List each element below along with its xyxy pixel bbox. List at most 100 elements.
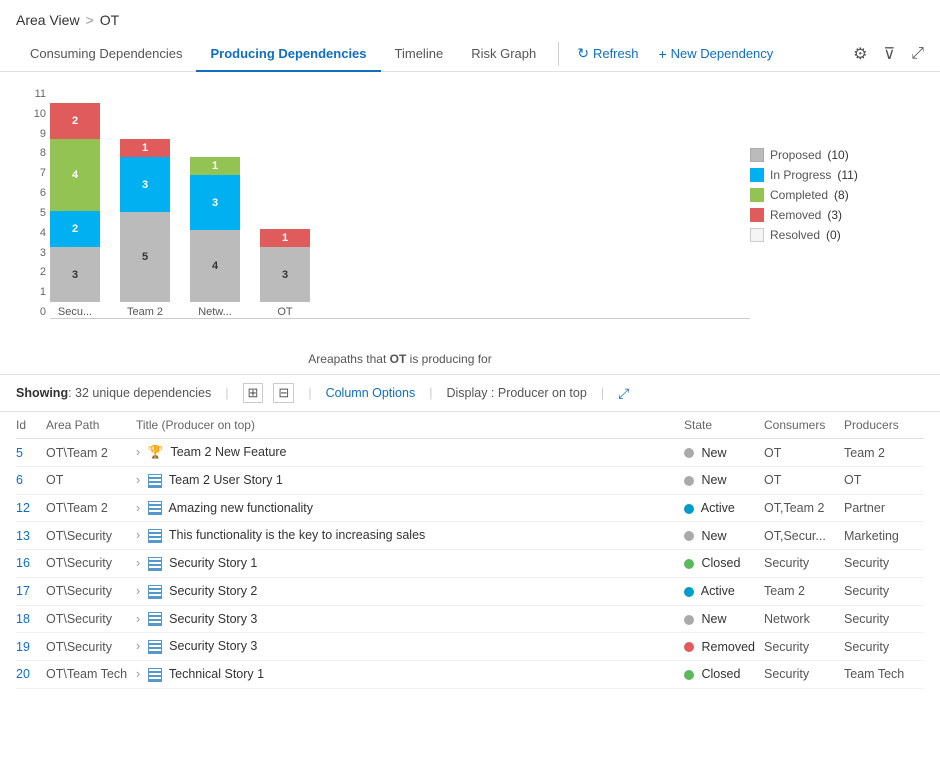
row-area: OT\Team Tech: [46, 660, 136, 688]
table-row: 20 OT\Team Tech › Technical Story 1 Clos…: [16, 660, 924, 688]
story-icon: [148, 557, 162, 571]
breadcrumb-separator: >: [86, 12, 94, 28]
title-expand-icon[interactable]: ›: [136, 445, 140, 459]
chart-container: 0 1 2 3 4 5 6 7 8 9 10 11: [0, 72, 940, 366]
filter-icon[interactable]: ⊽: [883, 44, 895, 64]
table-row: 19 OT\Security › Security Story 3 Remove…: [16, 633, 924, 661]
legend-removed: Removed (3): [750, 208, 920, 222]
legend-count-resolved: (0): [826, 228, 841, 242]
row-producers: Partner: [844, 494, 924, 522]
toolbar-icons: ⚙ ⊽ ⤢: [853, 44, 924, 64]
row-consumers: OT,Team 2: [764, 494, 844, 522]
row-title-text[interactable]: This functionality is the key to increas…: [169, 528, 425, 542]
state-dot: [684, 615, 694, 625]
expand-button[interactable]: ⊞: [243, 383, 264, 403]
tab-riskgraph[interactable]: Risk Graph: [457, 36, 550, 71]
state-dot: [684, 670, 694, 680]
col-header-producers: Producers: [844, 412, 924, 439]
row-title-text[interactable]: Security Story 3: [169, 639, 257, 653]
legend-dot-completed: [750, 188, 764, 202]
row-area: OT\Team 2: [46, 439, 136, 467]
row-id[interactable]: 19: [16, 633, 46, 661]
legend-proposed: Proposed (10): [750, 148, 920, 162]
row-id[interactable]: 20: [16, 660, 46, 688]
bar-stack-ot: 3 1: [260, 229, 310, 302]
y-axis: 0 1 2 3 4 5 6 7 8 9 10 11: [20, 88, 50, 318]
row-id[interactable]: 17: [16, 577, 46, 605]
row-state: New: [684, 467, 764, 495]
title-expand-icon[interactable]: ›: [136, 584, 140, 598]
title-expand-icon[interactable]: ›: [136, 501, 140, 515]
row-id[interactable]: 13: [16, 522, 46, 550]
title-expand-icon[interactable]: ›: [136, 473, 140, 487]
row-id[interactable]: 16: [16, 550, 46, 578]
row-producers: OT: [844, 467, 924, 495]
fullscreen-icon[interactable]: ⤢: [618, 385, 629, 402]
tab-timeline[interactable]: Timeline: [381, 36, 458, 71]
bar-group-team2: 5 3 1 Team 2: [120, 139, 170, 318]
new-dependency-button[interactable]: + New Dependency: [648, 38, 783, 70]
row-state: Active: [684, 494, 764, 522]
row-consumers: Team 2: [764, 577, 844, 605]
column-options-button[interactable]: Column Options: [326, 386, 416, 400]
state-dot: [684, 448, 694, 458]
refresh-label: Refresh: [593, 46, 639, 61]
breadcrumb-area[interactable]: Area View: [16, 12, 80, 28]
divider-3: |: [429, 386, 432, 400]
divider-2: |: [308, 386, 311, 400]
row-id[interactable]: 5: [16, 439, 46, 467]
display-label: Display : Producer on top: [446, 386, 586, 400]
state-dot: [684, 476, 694, 486]
row-title-text[interactable]: Security Story 1: [169, 556, 257, 570]
row-state: New: [684, 605, 764, 633]
state-label: Closed: [701, 667, 740, 681]
row-title-text[interactable]: Amazing new functionality: [168, 501, 313, 515]
title-expand-icon[interactable]: ›: [136, 612, 140, 626]
tab-bar: Consuming Dependencies Producing Depende…: [0, 36, 940, 72]
row-title-text[interactable]: Team 2 New Feature: [170, 445, 286, 459]
title-expand-icon[interactable]: ›: [136, 667, 140, 681]
bar-stack-team2: 5 3 1: [120, 139, 170, 302]
legend-dot-proposed: [750, 148, 764, 162]
row-title-text[interactable]: Security Story 2: [169, 584, 257, 598]
col-header-title: Title (Producer on top): [136, 412, 684, 439]
row-title: › Security Story 3: [136, 605, 684, 633]
tab-producing[interactable]: Producing Dependencies: [196, 36, 380, 71]
row-title: › Security Story 2: [136, 577, 684, 605]
tab-consuming[interactable]: Consuming Dependencies: [16, 36, 196, 71]
row-producers: Marketing: [844, 522, 924, 550]
row-title-text[interactable]: Technical Story 1: [169, 667, 264, 681]
refresh-button[interactable]: ↻ Refresh: [567, 37, 648, 70]
bar-label-team2: Team 2: [127, 306, 163, 318]
row-id[interactable]: 18: [16, 605, 46, 633]
state-dot: [684, 587, 694, 597]
bar-seg-removed: 1: [120, 139, 170, 157]
row-id[interactable]: 12: [16, 494, 46, 522]
row-title-text[interactable]: Security Story 3: [169, 612, 257, 626]
tab-divider: [558, 42, 559, 66]
title-expand-icon[interactable]: ›: [136, 639, 140, 653]
row-id[interactable]: 6: [16, 467, 46, 495]
collapse-button[interactable]: ⊟: [273, 383, 294, 403]
row-producers: Team 2: [844, 439, 924, 467]
settings-icon[interactable]: ⚙: [853, 44, 867, 64]
row-title-text[interactable]: Team 2 User Story 1: [169, 473, 283, 487]
legend-label-proposed: Proposed: [770, 148, 821, 162]
col-header-consumers: Consumers: [764, 412, 844, 439]
table-row: 17 OT\Security › Security Story 2 Active…: [16, 577, 924, 605]
table-row: 5 OT\Team 2 › 🏆 Team 2 New Feature New O…: [16, 439, 924, 467]
title-expand-icon[interactable]: ›: [136, 528, 140, 542]
row-title: › Security Story 3: [136, 633, 684, 661]
row-consumers: Security: [764, 550, 844, 578]
bar-seg-completed: 4: [50, 139, 100, 211]
legend-count-proposed: (10): [827, 148, 848, 162]
story-icon: [148, 474, 162, 488]
title-expand-icon[interactable]: ›: [136, 556, 140, 570]
row-area: OT\Team 2: [46, 494, 136, 522]
expand-icon[interactable]: ⤢: [911, 45, 924, 63]
refresh-icon: ↻: [577, 45, 589, 62]
story-icon: [148, 668, 162, 682]
row-title: › Technical Story 1: [136, 660, 684, 688]
row-state: Closed: [684, 660, 764, 688]
state-label: New: [701, 529, 726, 543]
